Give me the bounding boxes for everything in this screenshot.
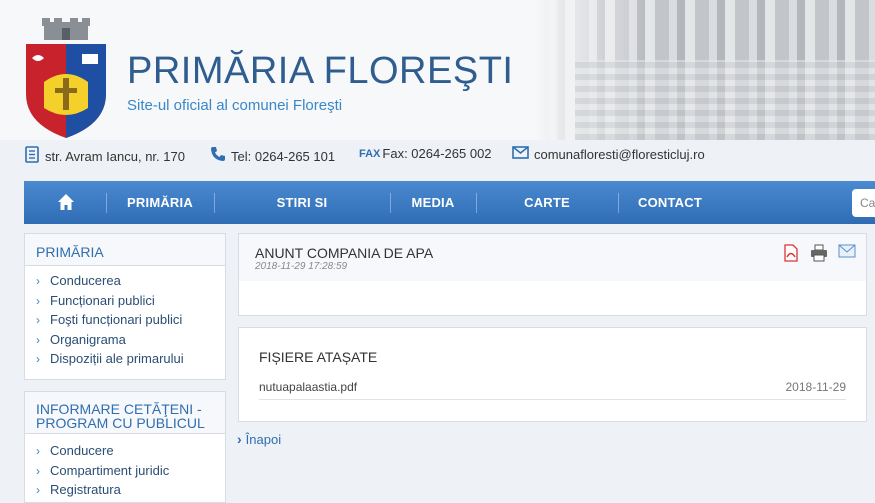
nav-divider (476, 193, 477, 213)
contact-email[interactable]: comunafloresti@floresticluj.ro (512, 146, 705, 163)
nav-item-carte-oaspeti[interactable]: CARTE OASPETI (494, 181, 600, 253)
sidebar-panel-primaria: PRIMĂRIA › Conducerea › Funcționari public… (24, 233, 226, 380)
chevron-right-icon: › (36, 444, 40, 458)
contact-phone-text: Tel: 0264-265 101 (231, 148, 336, 164)
attachments-panel: FIȘIERE ATAȘATE nutuapalaastia.pdf 2018-… (238, 327, 867, 422)
sidebar-item-registratura[interactable]: › Registratura (36, 480, 225, 500)
home-button[interactable] (52, 181, 80, 224)
attachment-file-date: 2018-11-29 (785, 380, 847, 394)
contact-email-link[interactable]: comunafloresti@floresticluj.ro (534, 147, 705, 162)
sidebar-item-conducerea[interactable]: › Conducerea (36, 271, 225, 291)
chevron-right-icon: › (36, 313, 40, 327)
attachments-title: FIȘIERE ATAȘATE (259, 349, 378, 365)
back-link-label: Înapoi (245, 431, 282, 447)
sidebar-item-label: Organigrama (50, 331, 126, 347)
nav-divider (106, 193, 107, 213)
fax-icon: FAX (359, 147, 381, 160)
main-nav: PRIMĂRIA STIRI SI EVENIMENTE MEDIA CARTE… (24, 181, 875, 253)
sidebar-panel-title: PRIMĂRIA (36, 244, 104, 260)
nav-divider (618, 193, 619, 213)
chevron-right-icon: › (237, 431, 242, 447)
home-icon (58, 194, 74, 210)
sidebar-panel-informare: INFORMARE CETĂŢENI - PROGRAM CU PUBLICUL … (24, 391, 226, 503)
sidebar-list: › Conducerea › Funcționari publici › Foşti … (25, 266, 225, 369)
attachment-file-link[interactable]: nutuapalaastia.pdf (259, 380, 357, 394)
pdf-icon[interactable] (782, 244, 800, 262)
nav-item-stiri[interactable]: STIRI SI EVENIMENTE (232, 181, 372, 253)
chevron-right-icon: › (36, 483, 40, 497)
print-icon[interactable] (810, 244, 828, 262)
sidebar-item-label: Funcționari publici (50, 292, 155, 308)
article-body (238, 281, 867, 316)
site-header: PRIMĂRIA FLOREŞTI Site-ul oficial al com… (0, 0, 875, 140)
envelope-icon (512, 146, 529, 163)
nav-item-primaria[interactable]: PRIMĂRIA (124, 181, 196, 224)
nav-item-media[interactable]: MEDIA (408, 181, 458, 224)
sidebar-panel-title-line: PROGRAM CU PUBLICUL (36, 415, 205, 431)
contact-address: str. Avram Iancu, nr. 170 (24, 146, 185, 167)
header-city-image-overlay (575, 60, 875, 140)
search-input[interactable]: Ca (852, 189, 875, 217)
sidebar-item-label: Registratura (50, 482, 121, 497)
sidebar-item-label: Compartiment juridic (50, 462, 170, 478)
chevron-right-icon: › (36, 293, 40, 308)
article-date: 2018-11-29 17:28:59 (255, 261, 348, 272)
sidebar-list: › Conducere › Compartiment juridic › Regist… (25, 434, 225, 500)
contact-fax: FAX Fax: 0264-265 002 (359, 146, 492, 161)
contact-phone: Tel: 0264-265 101 (210, 146, 335, 166)
sidebar-item-conducere[interactable]: › Conducere (36, 441, 225, 461)
site-subtitle: Site-ul oficial al comunei Floreşti (127, 97, 343, 114)
email-icon[interactable] (838, 244, 856, 262)
chevron-right-icon: › (36, 274, 40, 288)
nav-divider (214, 193, 215, 213)
nav-divider (390, 193, 391, 213)
contact-fax-text: Fax: 0264-265 002 (382, 146, 492, 161)
article-title: ANUNT COMPANIA DE APA (255, 245, 434, 261)
chevron-right-icon: › (36, 463, 40, 478)
sidebar-item-organigrama[interactable]: › Organigrama (36, 330, 225, 350)
phone-icon (210, 146, 226, 166)
chevron-right-icon: › (36, 352, 40, 366)
nav-item-contact[interactable]: CONTACT (636, 181, 704, 224)
sidebar-panel-title: INFORMARE CETĂŢENI - PROGRAM CU PUBLICUL (36, 402, 225, 430)
address-book-icon (24, 146, 40, 167)
site-title[interactable]: PRIMĂRIA FLOREŞTI (127, 50, 513, 93)
sidebar-item-dispozitii[interactable]: › Dispoziții ale primarului (36, 349, 225, 369)
sidebar-item-functionari[interactable]: › Funcționari publici (36, 291, 225, 311)
sidebar-item-juridic[interactable]: › Compartiment juridic (36, 461, 225, 481)
attachment-divider (259, 399, 846, 400)
chevron-right-icon: › (36, 332, 40, 347)
article-header: ANUNT COMPANIA DE APA 2018-11-29 17:28:5… (238, 233, 867, 283)
sidebar-item-fosti-functionari[interactable]: › Foşti funcționari publici (36, 310, 225, 330)
sidebar-item-label: Foşti funcționari publici (50, 312, 183, 327)
article-actions (782, 244, 856, 262)
contact-address-text: str. Avram Iancu, nr. 170 (45, 149, 185, 164)
coat-of-arms-logo[interactable] (22, 16, 110, 140)
sidebar-item-label: Conducere (50, 443, 114, 458)
back-link[interactable]: › Înapoi (237, 431, 281, 447)
sidebar-item-label: Dispoziții ale primarului (50, 351, 184, 366)
sidebar-item-label: Conducerea (50, 273, 121, 288)
